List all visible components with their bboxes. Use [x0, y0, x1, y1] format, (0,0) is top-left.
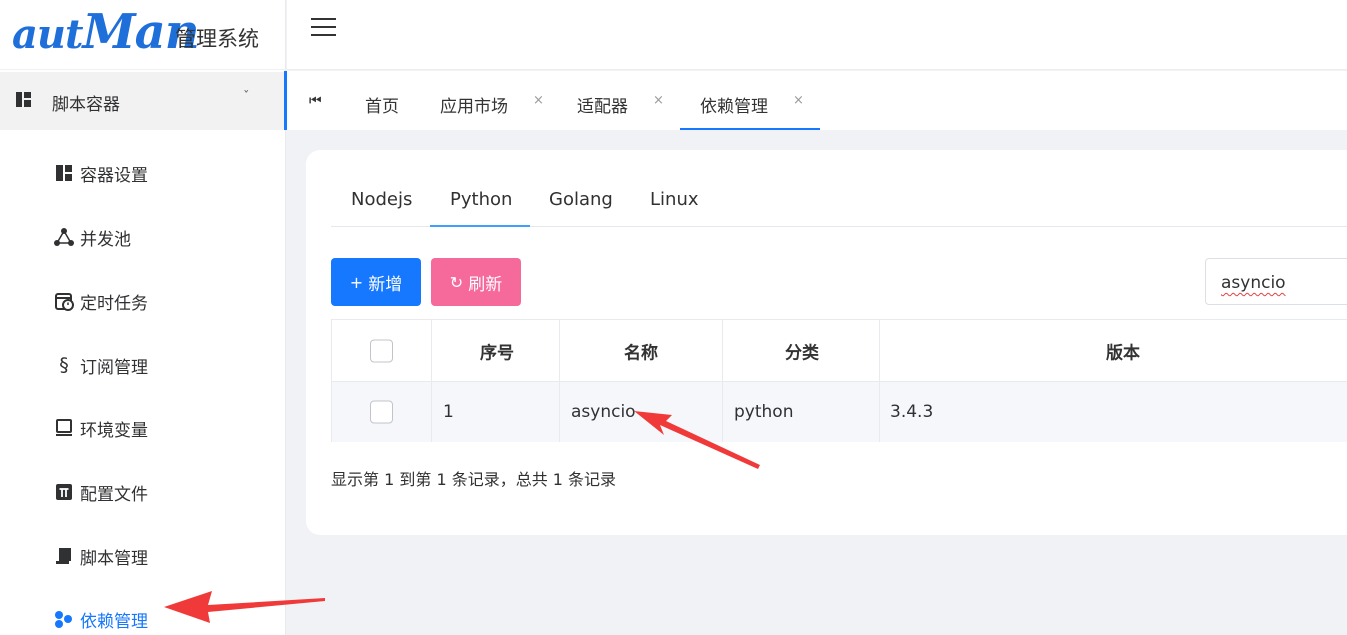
close-icon[interactable]: ×: [653, 93, 664, 108]
cell-index: 1: [432, 382, 560, 442]
sidebar-item-label: 脚本管理: [80, 549, 148, 569]
annotation-arrow-icon: [634, 411, 760, 469]
tab-home[interactable]: 首页: [347, 71, 417, 130]
chevron-down-icon: ˇ: [243, 90, 250, 105]
header-cell: 名称: [560, 320, 723, 381]
active-subtab-indicator: [430, 225, 530, 227]
header-cell: 分类: [723, 320, 880, 381]
tab-adapter[interactable]: 适配器 ×: [562, 71, 677, 130]
topbar: [287, 0, 1347, 70]
calendar-clock-icon: [55, 293, 74, 311]
sidebar-item-config-files[interactable]: 配置文件: [0, 464, 286, 520]
plus-icon: +: [349, 272, 364, 292]
pi-icon: [56, 484, 72, 500]
add-button-label: 新增: [368, 274, 403, 295]
logo[interactable]: autMan 管理系统: [0, 0, 286, 70]
subtab-linux[interactable]: Linux: [650, 189, 699, 210]
refresh-button[interactable]: ↻ 刷新: [431, 258, 521, 306]
sidebar-item-label: 配置文件: [80, 485, 148, 505]
sidebar-item-label: 容器设置: [80, 166, 148, 186]
logo-system-name: 管理系统: [175, 27, 259, 51]
tabs-bar: ⏮ 首页 应用市场 × 适配器 × 依赖管理 ×: [284, 71, 1347, 130]
sidebar-item-container-settings[interactable]: 容器设置: [0, 145, 286, 201]
close-icon[interactable]: ×: [533, 93, 544, 108]
hamburger-menu-icon[interactable]: [311, 18, 337, 38]
dashboard-icon: [16, 92, 31, 107]
header-checkbox-cell: [332, 320, 432, 381]
dependency-table: 序号 名称 分类 版本 1 asyncio python 3.4.3: [331, 319, 1347, 442]
tab-label: 依赖管理: [700, 97, 768, 117]
tab-label: 应用市场: [440, 97, 508, 117]
dashboard-icon: [56, 165, 72, 181]
language-tabs: Nodejs Python Golang Linux: [331, 182, 1347, 227]
first-page-icon[interactable]: ⏮: [309, 93, 322, 109]
header-index: 序号: [480, 343, 514, 363]
select-all-checkbox[interactable]: [370, 339, 393, 362]
tab-label: 首页: [365, 97, 399, 117]
row-checkbox-cell: [332, 382, 432, 442]
refresh-button-label: 刷新: [468, 274, 503, 295]
sidebar-item-label: 并发池: [80, 230, 131, 250]
cell-text: 1: [443, 402, 454, 422]
pagination-summary: 显示第 1 到第 1 条记录，总共 1 条记录: [331, 470, 617, 489]
sidebar-item-label: 定时任务: [80, 294, 148, 314]
tab-app-market[interactable]: 应用市场 ×: [425, 71, 555, 130]
sidebar-item-env-variables[interactable]: 环境变量: [0, 400, 286, 456]
subtab-python[interactable]: Python: [450, 189, 512, 210]
subtab-nodejs[interactable]: Nodejs: [351, 189, 412, 210]
monitor-icon: [56, 419, 72, 436]
sidebar-item-concurrency-pool[interactable]: 并发池: [0, 209, 286, 265]
sidebar-item-scheduled-tasks[interactable]: 定时任务: [0, 273, 286, 329]
header-version: 版本: [1106, 343, 1140, 363]
tab-label: 适配器: [577, 97, 628, 117]
sidebar-item-subscriptions[interactable]: § 订阅管理: [0, 337, 286, 393]
sidebar-item-label: 环境变量: [80, 421, 148, 441]
table-header: 序号 名称 分类 版本: [332, 320, 1347, 382]
close-icon[interactable]: ×: [793, 93, 804, 108]
scroll-icon: [56, 548, 71, 564]
row-checkbox[interactable]: [370, 400, 393, 424]
annotation-arrow-icon: [164, 591, 325, 623]
header-category: 分类: [785, 343, 819, 363]
sidebar-item-label: 依赖管理: [80, 612, 148, 632]
add-button[interactable]: + 新增: [331, 258, 421, 306]
cell-text: 3.4.3: [890, 402, 934, 422]
logo-wordmark: autMan: [12, 4, 200, 60]
sidebar-group-label: 脚本容器: [52, 95, 120, 115]
sidebar-group-script-container[interactable]: 脚本容器 ˇ: [0, 72, 286, 130]
cell-version: 3.4.3: [880, 382, 1347, 442]
tab-dependency-management[interactable]: 依赖管理 ×: [680, 71, 820, 130]
table-row[interactable]: 1 asyncio python 3.4.3: [332, 382, 1347, 442]
refresh-icon: ↻: [449, 272, 464, 292]
cubes-icon: [55, 611, 72, 628]
subtab-golang[interactable]: Golang: [549, 189, 613, 210]
header-name: 名称: [624, 343, 658, 363]
share-nodes-icon: [54, 228, 74, 246]
search-value: asyncio: [1221, 273, 1286, 293]
header-cell: 序号: [432, 320, 560, 381]
section-icon: §: [59, 354, 69, 376]
header-cell: 版本: [880, 320, 1347, 381]
search-input[interactable]: asyncio: [1205, 258, 1347, 305]
sidebar-item-label: 订阅管理: [80, 358, 148, 378]
sidebar: autMan 管理系统 脚本容器 ˇ 容器设置 并发池 定时任务 § 订阅管理 …: [0, 0, 286, 635]
sidebar-item-script-management[interactable]: 脚本管理: [0, 528, 286, 584]
